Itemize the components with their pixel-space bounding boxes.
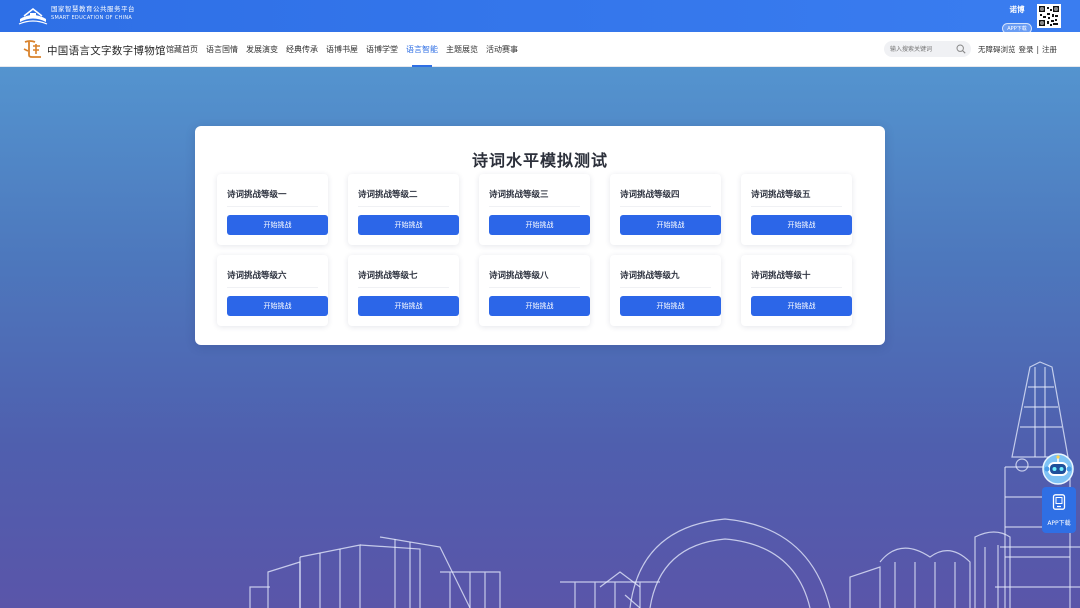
search-input[interactable] bbox=[890, 43, 954, 55]
level-label: 诗词挑战等级九 bbox=[620, 271, 680, 281]
login-link[interactable]: 登录 bbox=[1019, 45, 1034, 54]
top-bar: 国家智慧教育公共服务平台 SMART EDUCATION OF CHINA 诺博… bbox=[0, 0, 1080, 34]
start-challenge-button-7[interactable]: 开始挑战 bbox=[358, 296, 459, 316]
search-icon[interactable] bbox=[956, 44, 966, 54]
nav-item-school[interactable]: 语博学堂 bbox=[366, 32, 398, 67]
level-card-5: 诗词挑战等级五 开始挑战 bbox=[741, 174, 852, 245]
start-challenge-button-8[interactable]: 开始挑战 bbox=[489, 296, 590, 316]
level-card-9: 诗词挑战等级九 开始挑战 bbox=[610, 255, 721, 326]
nav-item-events[interactable]: 活动赛事 bbox=[486, 32, 518, 67]
level-card-7: 诗词挑战等级七 开始挑战 bbox=[348, 255, 459, 326]
platform-name[interactable]: 国家智慧教育公共服务平台 SMART EDUCATION OF CHINA bbox=[51, 6, 135, 21]
level-label: 诗词挑战等级六 bbox=[227, 271, 287, 281]
level-label: 诗词挑战等级二 bbox=[358, 190, 418, 200]
app-download-float[interactable]: APP下载 bbox=[1042, 487, 1076, 533]
level-label: 诗词挑战等级七 bbox=[358, 271, 418, 281]
level-label: 诗词挑战等级五 bbox=[751, 190, 811, 200]
robot-assistant-icon[interactable] bbox=[1040, 451, 1076, 487]
level-label: 诗词挑战等级三 bbox=[489, 190, 549, 200]
nav-bar: 中国语言文字数字博物馆 馆藏首页 语言国情 发展演变 经典传承 语博书屋 语博学… bbox=[0, 32, 1080, 67]
user-area[interactable]: 诺博 APP下载 bbox=[1002, 4, 1032, 34]
level-label: 诗词挑战等级四 bbox=[620, 190, 680, 200]
smart-education-logo-icon[interactable] bbox=[18, 5, 48, 27]
divider bbox=[227, 206, 318, 207]
start-challenge-button-9[interactable]: 开始挑战 bbox=[620, 296, 721, 316]
divider bbox=[489, 287, 580, 288]
level-card-6: 诗词挑战等级六 开始挑战 bbox=[217, 255, 328, 326]
museum-name[interactable]: 中国语言文字数字博物馆 bbox=[47, 43, 166, 58]
phone-icon bbox=[1052, 494, 1066, 510]
divider bbox=[751, 206, 842, 207]
divider bbox=[358, 287, 449, 288]
start-challenge-button-5[interactable]: 开始挑战 bbox=[751, 215, 852, 235]
level-label: 诗词挑战等级一 bbox=[227, 190, 287, 200]
level-card-4: 诗词挑战等级四 开始挑战 bbox=[610, 174, 721, 245]
divider bbox=[751, 287, 842, 288]
nav-item-bookhouse[interactable]: 语博书屋 bbox=[326, 32, 358, 67]
level-card-1: 诗词挑战等级一 开始挑战 bbox=[217, 174, 328, 245]
main-nav: 馆藏首页 语言国情 发展演变 经典传承 语博书屋 语博学堂 语言智能 主题展览 … bbox=[166, 32, 526, 67]
platform-name-cn: 国家智慧教育公共服务平台 bbox=[51, 5, 135, 13]
register-link[interactable]: 注册 bbox=[1042, 45, 1057, 54]
start-challenge-button-10[interactable]: 开始挑战 bbox=[751, 296, 852, 316]
level-card-10: 诗词挑战等级十 开始挑战 bbox=[741, 255, 852, 326]
level-label: 诗词挑战等级十 bbox=[751, 271, 811, 281]
poetry-test-card: 诗词水平模拟测试 诗词挑战等级一 开始挑战 诗词挑战等级二 开始挑战 诗词挑战等… bbox=[195, 126, 885, 345]
start-challenge-button-2[interactable]: 开始挑战 bbox=[358, 215, 459, 235]
accessibility-link[interactable]: 无障碍浏览 bbox=[978, 45, 1016, 54]
search-box bbox=[884, 41, 971, 57]
divider bbox=[358, 206, 449, 207]
app-download-label: APP下载 bbox=[1047, 520, 1071, 527]
start-challenge-button-1[interactable]: 开始挑战 bbox=[227, 215, 328, 235]
museum-logo-icon[interactable] bbox=[22, 39, 44, 59]
account-links: 无障碍浏览 登录 | 注册 bbox=[978, 44, 1060, 55]
nav-item-exhibitions[interactable]: 主题展览 bbox=[446, 32, 478, 67]
start-challenge-button-3[interactable]: 开始挑战 bbox=[489, 215, 590, 235]
divider bbox=[620, 206, 711, 207]
user-name[interactable]: 诺博 bbox=[1002, 4, 1032, 15]
level-card-3: 诗词挑战等级三 开始挑战 bbox=[479, 174, 590, 245]
card-title: 诗词水平模拟测试 bbox=[471, 151, 608, 170]
link-divider: | bbox=[1036, 45, 1040, 54]
nav-item-language-intelligence[interactable]: 语言智能 bbox=[406, 32, 438, 67]
level-card-8: 诗词挑战等级八 开始挑战 bbox=[479, 255, 590, 326]
qr-code-icon bbox=[1037, 4, 1061, 28]
nav-item-evolution[interactable]: 发展演变 bbox=[246, 32, 278, 67]
nav-item-home[interactable]: 馆藏首页 bbox=[166, 32, 198, 67]
nav-item-language-situation[interactable]: 语言国情 bbox=[206, 32, 238, 67]
level-label: 诗词挑战等级八 bbox=[489, 271, 549, 281]
content-area: 诗词水平模拟测试 诗词挑战等级一 开始挑战 诗词挑战等级二 开始挑战 诗词挑战等… bbox=[0, 67, 1080, 608]
level-card-2: 诗词挑战等级二 开始挑战 bbox=[348, 174, 459, 245]
platform-name-en: SMART EDUCATION OF CHINA bbox=[51, 14, 133, 21]
divider bbox=[227, 287, 318, 288]
level-grid: 诗词挑战等级一 开始挑战 诗词挑战等级二 开始挑战 诗词挑战等级三 开始挑战 诗… bbox=[217, 174, 863, 326]
divider bbox=[489, 206, 580, 207]
nav-item-classics[interactable]: 经典传承 bbox=[286, 32, 318, 67]
start-challenge-button-6[interactable]: 开始挑战 bbox=[227, 296, 328, 316]
start-challenge-button-4[interactable]: 开始挑战 bbox=[620, 215, 721, 235]
divider bbox=[620, 287, 711, 288]
